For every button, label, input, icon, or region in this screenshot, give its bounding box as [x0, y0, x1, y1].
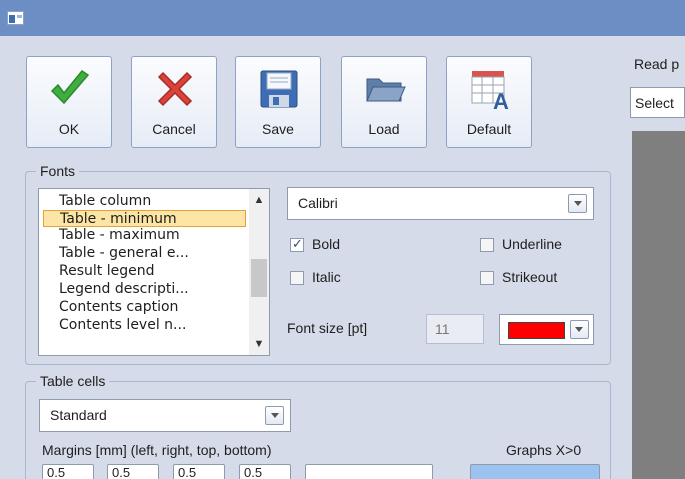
strikeout-label: Strikeout	[502, 269, 558, 285]
folder-open-icon	[366, 78, 406, 102]
font-color-swatch	[508, 322, 565, 339]
close-icon	[157, 71, 193, 107]
graphs-label: Graphs X>0	[506, 442, 582, 458]
list-item[interactable]: Legend descripti...	[43, 281, 246, 298]
svg-text:A: A	[493, 89, 509, 111]
load-label: Load	[368, 121, 400, 137]
cell-style-combo[interactable]: Standard	[39, 399, 291, 432]
fonts-group: Fonts Table column Table - minimum Table…	[25, 163, 611, 365]
default-button[interactable]: A Default	[446, 56, 532, 148]
list-item[interactable]: Table - maximum	[43, 227, 246, 244]
bold-checkbox[interactable]	[290, 236, 304, 252]
font-size-label: Font size [pt]	[287, 320, 368, 336]
default-label: Default	[466, 121, 512, 137]
font-size-input[interactable]: 11	[426, 314, 484, 344]
list-scrollbar[interactable]: ▲ ▼	[249, 189, 269, 355]
graphs-color-combo[interactable]	[470, 464, 600, 479]
italic-label: Italic	[312, 269, 341, 285]
preview-area	[632, 131, 685, 479]
cancel-label: Cancel	[152, 121, 196, 137]
font-name-combo[interactable]: Calibri	[287, 187, 594, 220]
save-label: Save	[262, 121, 294, 137]
list-item[interactable]: Contents level n...	[43, 317, 246, 334]
border-combo[interactable]	[305, 464, 433, 479]
chevron-down-icon	[574, 201, 582, 206]
font-target-list[interactable]: Table column Table - minimum Table - max…	[38, 188, 270, 356]
fonts-group-title: Fonts	[36, 163, 80, 179]
strikeout-checkbox[interactable]	[480, 271, 494, 285]
italic-checkbox[interactable]	[290, 271, 304, 285]
scroll-down-icon[interactable]: ▼	[252, 337, 266, 351]
bold-label: Bold	[312, 236, 341, 252]
font-name-dropdown-button[interactable]	[568, 194, 587, 213]
floppy-disk-icon	[260, 70, 298, 108]
read-select[interactable]: Select	[630, 87, 685, 118]
list-item[interactable]: Table - general e...	[43, 245, 246, 262]
scroll-up-icon[interactable]: ▲	[252, 193, 266, 207]
font-name-value: Calibri	[298, 195, 338, 211]
list-item[interactable]: Contents caption	[43, 299, 246, 316]
scroll-thumb[interactable]	[251, 259, 267, 297]
list-item[interactable]: Result legend	[43, 263, 246, 280]
underline-label: Underline	[502, 236, 562, 252]
cell-style-dropdown-button[interactable]	[265, 406, 284, 425]
ok-label: OK	[58, 121, 80, 137]
read-label: Read p	[634, 56, 680, 72]
list-item-selected[interactable]: Table - minimum	[43, 210, 246, 227]
dialog-client: OK Cancel Save Load A Default Fonts Tabl…	[0, 36, 685, 479]
chevron-down-icon	[575, 327, 583, 332]
margin-left-input[interactable]: 0.5	[42, 464, 94, 479]
read-select-value: Select	[635, 95, 674, 111]
margin-right-input[interactable]: 0.5	[107, 464, 159, 479]
table-cells-group-title: Table cells	[36, 373, 110, 389]
save-button[interactable]: Save	[235, 56, 321, 148]
cell-style-value: Standard	[50, 407, 107, 423]
list-item[interactable]: Table column	[43, 193, 246, 210]
checkmark-icon	[50, 69, 90, 105]
font-color-combo[interactable]	[499, 314, 594, 345]
chevron-down-icon	[271, 413, 279, 418]
load-button[interactable]: Load	[341, 56, 427, 148]
margin-top-input[interactable]: 0.5	[173, 464, 225, 479]
margins-label: Margins [mm] (left, right, top, bottom)	[42, 442, 272, 458]
underline-checkbox[interactable]	[480, 238, 494, 252]
table-font-icon: A	[471, 71, 509, 111]
cancel-button[interactable]: Cancel	[131, 56, 217, 148]
title-bar	[0, 0, 685, 36]
app-icon	[7, 11, 24, 25]
ok-button[interactable]: OK	[26, 56, 112, 148]
font-color-dropdown-button[interactable]	[570, 320, 589, 339]
margin-bottom-input[interactable]: 0.5	[239, 464, 291, 479]
